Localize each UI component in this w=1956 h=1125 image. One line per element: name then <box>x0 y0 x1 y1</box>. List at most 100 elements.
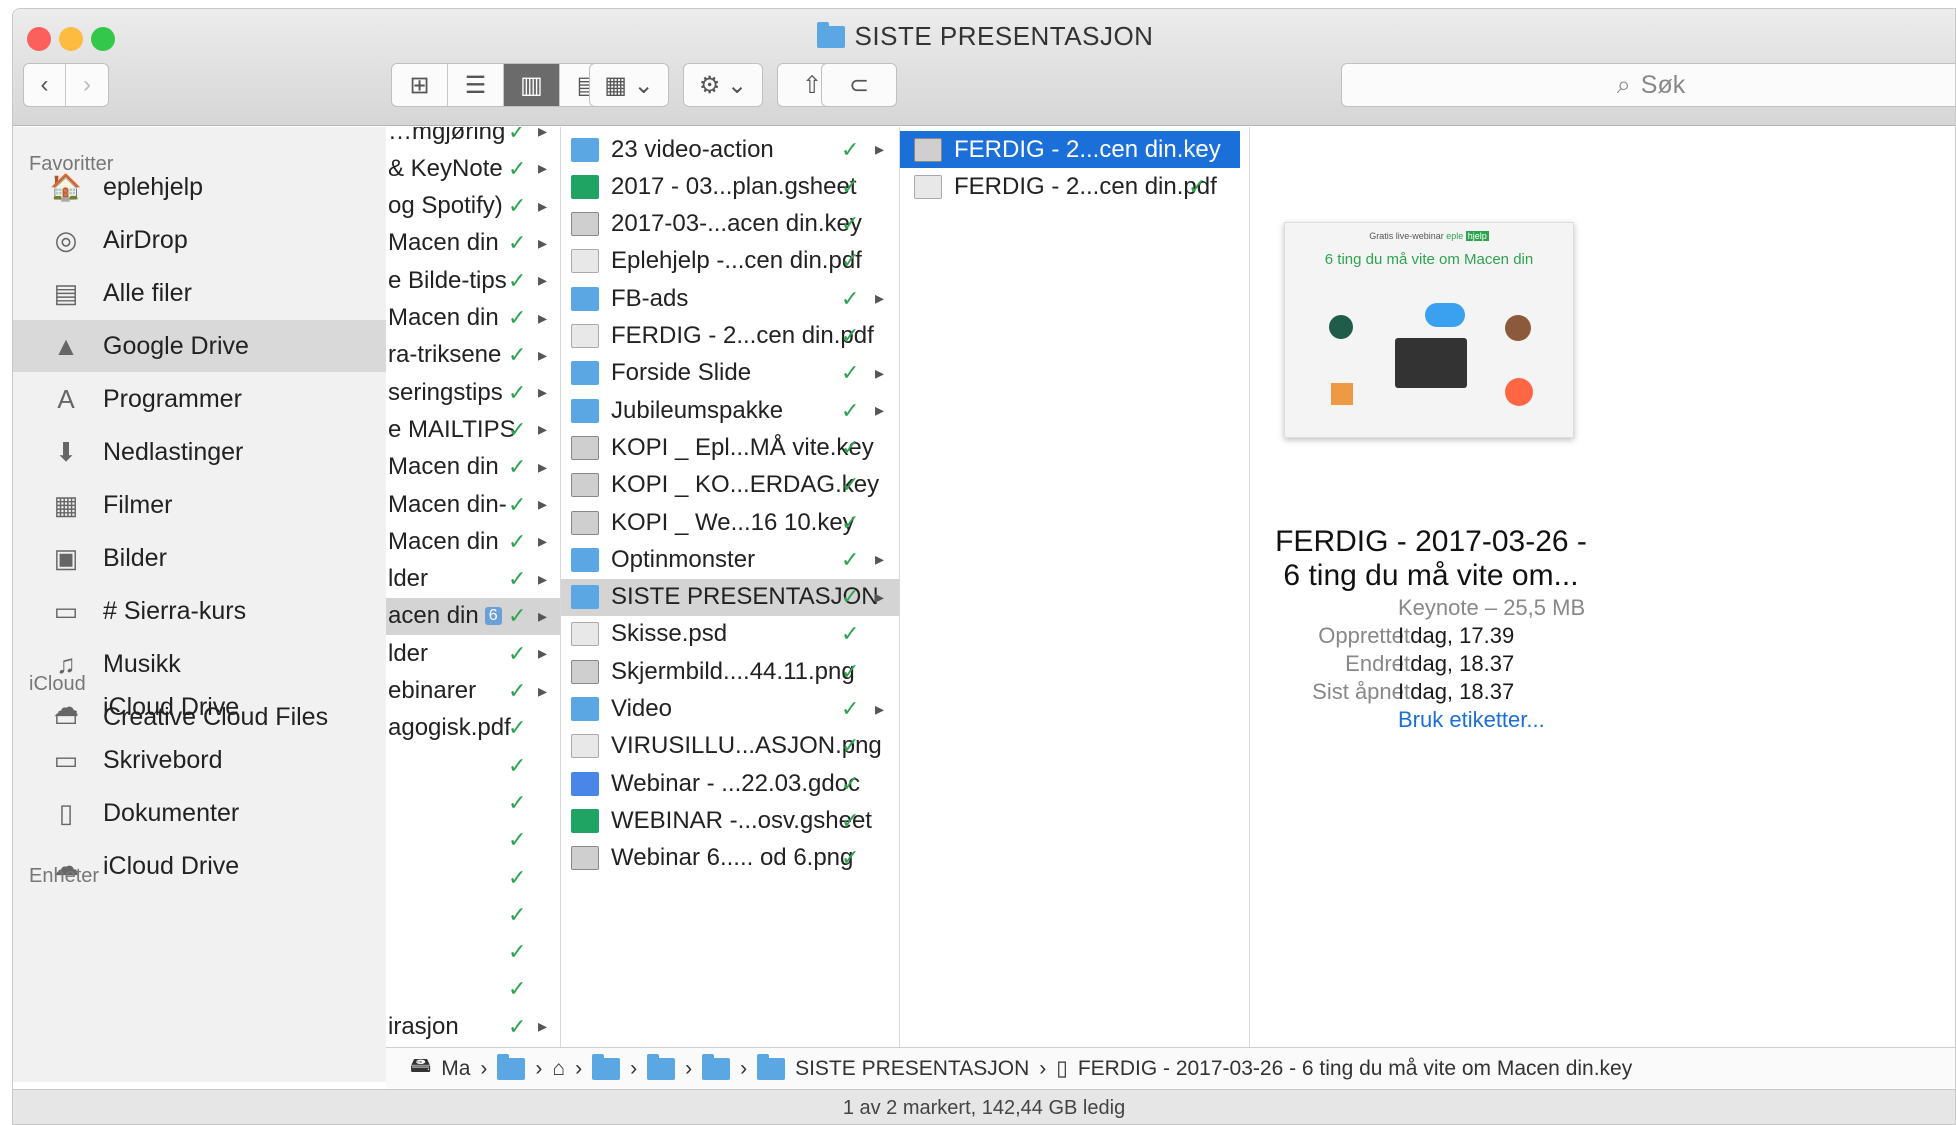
file-row[interactable]: 2017 - 03...plan.gsheet ✓ <box>561 168 899 205</box>
sync-check-icon: ✓ <box>508 491 527 517</box>
file-row[interactable]: WEBINAR -...osv.gsheet ✓ <box>561 802 899 839</box>
file-row[interactable]: Eplehjelp -...cen din.pdf ✓ <box>561 243 899 280</box>
list-item-label: lder <box>388 565 429 593</box>
file-row[interactable]: SISTE PRESENTASJON ✓ ▸ <box>561 578 899 616</box>
nav-buttons: ‹ › <box>23 63 109 107</box>
file-row[interactable]: VIRUSILLU...ASJON.png ✓ <box>561 728 899 765</box>
list-item[interactable]: ✓ <box>386 747 560 784</box>
file-row[interactable]: Webinar - ...22.03.gdoc ✓ <box>561 765 899 802</box>
chevron-right-icon: ▸ <box>538 158 548 179</box>
app-icon <box>1505 315 1531 341</box>
sync-check-icon: ✓ <box>841 285 860 311</box>
list-item-label: Macen din- <box>388 490 507 518</box>
window-title: SISTE PRESENTASJON <box>13 21 1955 52</box>
list-item[interactable]: Macen din ✓ ▸ <box>386 225 560 262</box>
file-row[interactable]: KOPI _ Epl...MÅ vite.key ✓ <box>561 429 899 466</box>
list-item[interactable]: irasjon ✓ ▸ <box>386 1008 560 1045</box>
file-row[interactable]: Optinmonster ✓ ▸ <box>561 541 899 578</box>
folder-icon[interactable] <box>497 1053 526 1080</box>
list-item[interactable]: og Spotify) ✓ ▸ <box>386 188 560 225</box>
file-icon <box>571 659 599 684</box>
tags-button[interactable]: ⊂ <box>821 63 897 107</box>
file-row[interactable]: Forside Slide ✓ ▸ <box>561 355 899 392</box>
list-item[interactable]: ✓ <box>386 822 560 859</box>
chevron-right-icon: ▸ <box>538 382 548 403</box>
chevron-right-icon: › <box>535 1056 543 1080</box>
list-item[interactable]: ra-triksene ✓ ▸ <box>386 337 560 374</box>
action-button[interactable]: ⚙ ⌄ <box>683 63 763 107</box>
list-item[interactable]: Macen din- ✓ ▸ <box>386 486 560 523</box>
list-item[interactable]: ✓ <box>386 934 560 971</box>
file-row[interactable]: KOPI _ KO...ERDAG.key ✓ <box>561 467 899 504</box>
sync-check-icon: ✓ <box>841 211 860 237</box>
file-row[interactable]: Skisse.psd ✓ <box>561 616 899 653</box>
file-row[interactable]: Webinar 6..... od 6.png ✓ <box>561 840 899 877</box>
file-row[interactable]: Skjermbild....44.11.png ✓ <box>561 653 899 690</box>
list-item[interactable]: Macen din ✓ ▸ <box>386 523 560 560</box>
file-row[interactable]: 23 video-action ✓ ▸ <box>561 131 899 168</box>
list-item[interactable]: e MAILTIPS ✓ ▸ <box>386 411 560 448</box>
sync-check-icon: ✓ <box>841 136 860 162</box>
folder-icon <box>571 585 599 610</box>
list-item[interactable]: lder ✓ ▸ <box>386 635 560 672</box>
folder-icon[interactable] <box>647 1053 676 1080</box>
folder-icon[interactable] <box>592 1053 621 1080</box>
search-input[interactable]: ⌕ Søk <box>1341 63 1955 107</box>
file-name: 2017-03-...acen din.key <box>611 210 862 238</box>
list-item[interactable]: ✓ <box>386 971 560 1008</box>
path-file[interactable]: FERDIG - 2017-03-26 - 6 ting du må vite … <box>1078 1057 1632 1081</box>
list-item[interactable]: ✓ <box>386 784 560 821</box>
list-item[interactable]: lder ✓ ▸ <box>386 561 560 598</box>
path-root[interactable]: Ma <box>441 1057 470 1081</box>
list-item[interactable]: Macen din ✓ ▸ <box>386 449 560 486</box>
list-item[interactable]: & KeyNote ✓ ▸ <box>386 150 560 187</box>
folder-icon <box>816 21 845 48</box>
sidebar-item-label: eplehjelp <box>103 172 204 201</box>
folder-icon[interactable] <box>702 1053 731 1080</box>
sync-check-icon: ✓ <box>508 603 527 629</box>
list-item[interactable]: agogisk.pdf ✓ <box>386 710 560 747</box>
add-tags-link[interactable]: Bruk etiketter... <box>1398 707 1545 733</box>
list-item[interactable]: e Bilde-tips ✓ ▸ <box>386 262 560 299</box>
chevron-right-icon: ▸ <box>875 288 885 309</box>
sidebar-item-icon: ⬇ <box>55 436 77 467</box>
file-name: Jubileumspakke <box>611 396 784 424</box>
column-3: FERDIG - 2...cen din.key ◌ FERDIG - 2...ce… <box>900 127 1250 1047</box>
list-item-label: ebinarer <box>388 677 477 704</box>
list-view-button[interactable]: ☰ <box>448 64 504 106</box>
back-button[interactable]: ‹ <box>24 64 66 106</box>
list-item[interactable]: ✓ <box>386 859 560 896</box>
home-icon[interactable]: ⌂ <box>552 1057 565 1081</box>
list-item[interactable]: acen din 6 ✓ ▸ <box>386 597 560 635</box>
file-row[interactable]: Video ✓ ▸ <box>561 691 899 728</box>
search-icon: ⌕ <box>1616 70 1631 99</box>
list-item[interactable]: seringstips ✓ ▸ <box>386 374 560 411</box>
file-row[interactable]: FB-ads ✓ ▸ <box>561 280 899 317</box>
icon-view-button[interactable]: ⊞ <box>392 64 448 106</box>
column-view-button[interactable]: ▥ <box>504 64 560 106</box>
list-item[interactable]: Macen din ✓ ▸ <box>386 300 560 337</box>
file-row[interactable]: KOPI _ We...16 10.key ✓ <box>561 504 899 541</box>
path-current-folder[interactable]: SISTE PRESENTASJON <box>795 1057 1029 1081</box>
chevron-right-icon: ▸ <box>538 419 548 440</box>
file-row[interactable]: 2017-03-...acen din.key ✓ <box>561 206 899 243</box>
forward-button[interactable]: › <box>66 64 108 106</box>
list-item-label: Macen din <box>388 304 499 331</box>
file-name: 23 video-action <box>611 135 774 163</box>
file-row[interactable]: FERDIG - 2...cen din.pdf ✓ <box>561 318 899 355</box>
finder-window: SISTE PRESENTASJON ‹ › ⊞ ☰ ▥ ▤ ▦ ⌄ ⚙ ⌄ ⇧… <box>12 8 1956 1125</box>
list-item[interactable]: …mgjøring ✓ ▸ <box>386 127 560 150</box>
file-name: SISTE PRESENTASJON <box>611 583 879 611</box>
sidebar-item-label: Programmer <box>103 384 242 413</box>
group-button[interactable]: ▦ ⌄ <box>589 63 669 107</box>
created-value: I dag, 17.39 <box>1398 623 1515 648</box>
created-label: Opprettet <box>1318 623 1410 648</box>
thumb-brand: eple <box>1446 231 1464 241</box>
file-row[interactable]: Jubileumspakke ✓ ▸ <box>561 392 899 429</box>
file-row[interactable]: FERDIG - 2...cen din.pdf ✓ <box>900 168 1240 205</box>
list-item[interactable]: ebinarer ✓ ▸ <box>386 673 560 710</box>
list-item[interactable]: ✓ <box>386 896 560 933</box>
file-row[interactable]: FERDIG - 2...cen din.key ◌ <box>900 131 1240 168</box>
chevron-right-icon: ▸ <box>538 270 548 291</box>
file-name: Skisse.psd <box>611 620 728 648</box>
